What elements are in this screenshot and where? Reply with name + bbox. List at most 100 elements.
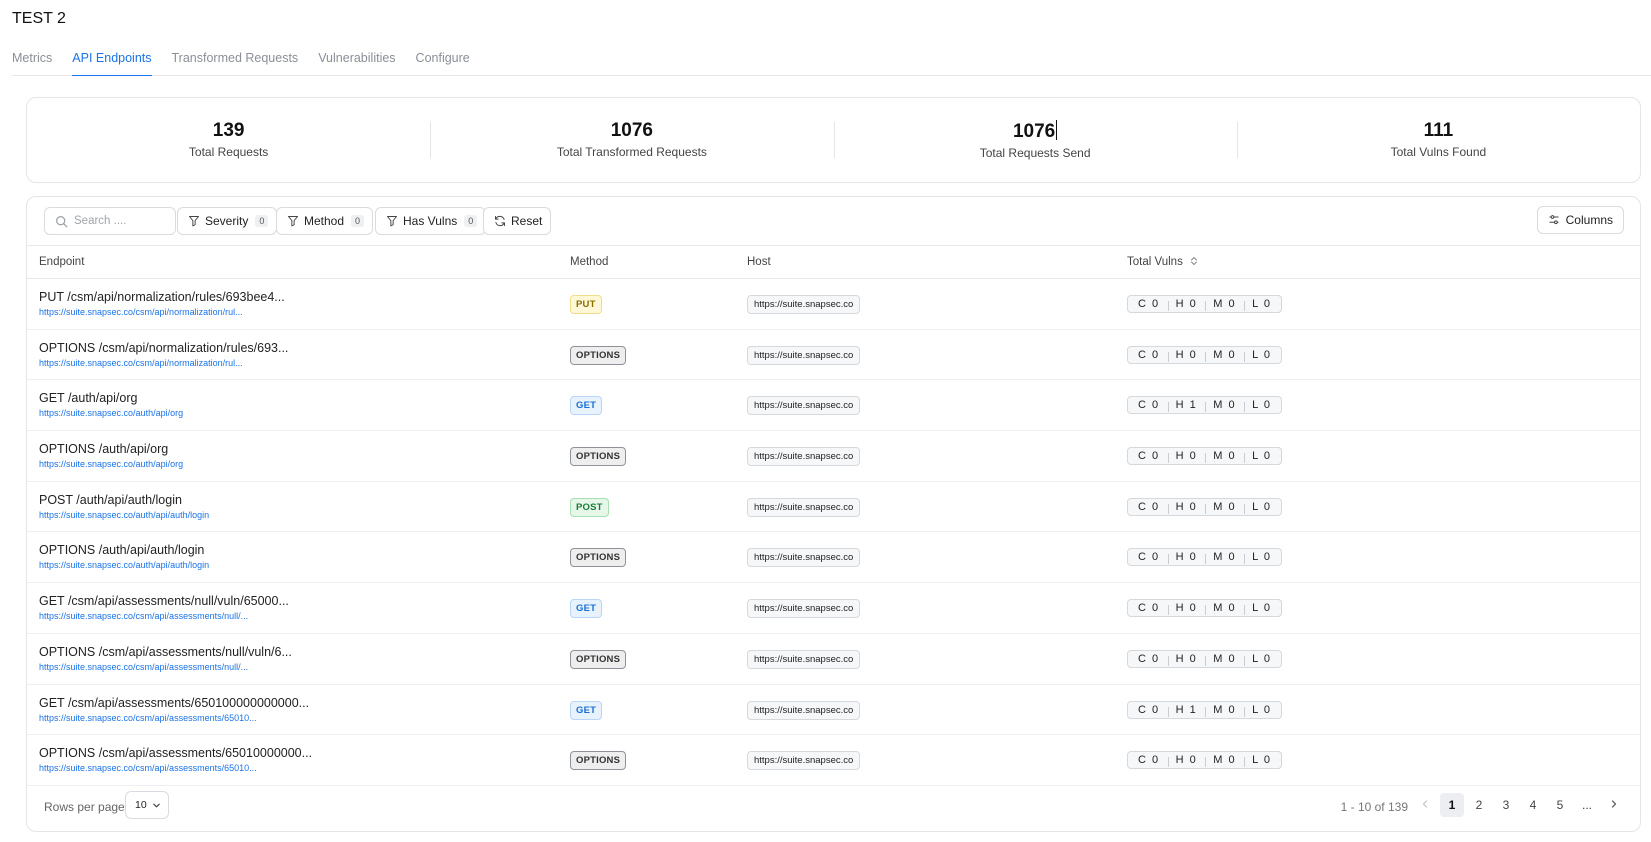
column-header-method[interactable]: Method bbox=[570, 256, 608, 268]
tab-configure[interactable]: Configure bbox=[416, 48, 470, 76]
high-count: H 0 bbox=[1167, 298, 1206, 311]
reset-button[interactable]: Reset bbox=[483, 207, 552, 235]
page-button-4[interactable]: 4 bbox=[1521, 793, 1545, 817]
endpoint-path[interactable]: GET /auth/api/org bbox=[39, 391, 137, 405]
endpoint-url-link[interactable]: https://suite.snapsec.co/csm/api/normali… bbox=[39, 307, 243, 317]
vuln-counts: C 0 H 1M 0L 0 bbox=[1127, 396, 1283, 415]
search-input[interactable] bbox=[74, 215, 164, 227]
stat-value-text: 1076 bbox=[1012, 121, 1056, 142]
columns-button[interactable]: Columns bbox=[1536, 206, 1624, 234]
high-count: H 0 bbox=[1167, 602, 1206, 616]
rows-per-page-select[interactable]: 10 bbox=[125, 791, 169, 819]
host-badge: https://suite.snapsec.co bbox=[747, 649, 861, 669]
endpoint-url-link[interactable]: https://suite.snapsec.co/csm/api/normali… bbox=[39, 358, 243, 368]
filter-label: Has Vulns bbox=[403, 214, 458, 228]
table-row[interactable]: GET /csm/api/assessments/650100000000000… bbox=[27, 685, 1640, 736]
endpoint-url-link[interactable]: https://suite.snapsec.co/csm/api/assessm… bbox=[39, 763, 257, 773]
critical-count: C 0 bbox=[1138, 500, 1160, 513]
filter-icon bbox=[288, 216, 298, 227]
table-row[interactable]: PUT /csm/api/normalization/rules/693bee4… bbox=[27, 279, 1640, 330]
endpoint-url-link[interactable]: https://suite.snapsec.co/auth/api/auth/l… bbox=[39, 560, 209, 570]
method-badge: POST bbox=[570, 497, 609, 517]
table-row[interactable]: OPTIONS /csm/api/assessments/null/vuln/6… bbox=[27, 634, 1640, 685]
refresh-icon bbox=[495, 215, 505, 227]
stats-card: 139 Total Requests 1076 Total Transforme… bbox=[26, 97, 1641, 183]
endpoint-path[interactable]: POST /auth/api/auth/login bbox=[39, 493, 182, 507]
sort-icon[interactable] bbox=[1190, 256, 1198, 266]
next-page-button[interactable] bbox=[1602, 793, 1626, 817]
critical-count: C 0 bbox=[1138, 298, 1160, 310]
page-title: TEST 2 bbox=[12, 10, 66, 27]
columns-label: Columns bbox=[1565, 213, 1613, 227]
table-row[interactable]: OPTIONS /csm/api/assessments/65010000000… bbox=[27, 735, 1640, 786]
tab-transformed-requests[interactable]: Transformed Requests bbox=[172, 48, 299, 76]
endpoint-path[interactable]: OPTIONS /csm/api/assessments/null/vuln/6… bbox=[39, 645, 292, 659]
table-body: PUT /csm/api/normalization/rules/693bee4… bbox=[27, 279, 1640, 786]
filter-count-badge: 0 bbox=[255, 215, 269, 227]
endpoint-url-link[interactable]: https://suite.snapsec.co/csm/api/assessm… bbox=[39, 611, 248, 621]
endpoint-url-link[interactable]: https://suite.snapsec.co/csm/api/assessm… bbox=[39, 662, 248, 672]
method-filter-button[interactable]: Method 0 bbox=[276, 207, 374, 235]
has-vulns-filter-button[interactable]: Has Vulns 0 bbox=[375, 207, 487, 235]
page-button-3[interactable]: 3 bbox=[1494, 793, 1518, 817]
medium-count: M 0 bbox=[1205, 298, 1244, 311]
table-row[interactable]: POST /auth/api/auth/login https://suite.s… bbox=[27, 482, 1640, 533]
low-count: L 0 bbox=[1244, 704, 1279, 717]
endpoint-path[interactable]: GET /csm/api/assessments/null/vuln/65000… bbox=[39, 594, 289, 608]
critical-count: C 0 bbox=[1138, 602, 1160, 615]
host-badge: https://suite.snapsec.co bbox=[747, 700, 861, 720]
table-row[interactable]: GET /csm/api/assessments/null/vuln/65000… bbox=[27, 583, 1640, 634]
method-badge: OPTIONS bbox=[570, 447, 627, 467]
table-row[interactable]: OPTIONS /csm/api/normalization/rules/693… bbox=[27, 330, 1640, 381]
endpoint-url-link[interactable]: https://suite.snapsec.co/auth/api/org bbox=[39, 408, 183, 418]
vuln-counts: C 0 H 0M 0L 0 bbox=[1127, 447, 1283, 466]
endpoint-path[interactable]: OPTIONS /csm/api/assessments/65010000000… bbox=[39, 746, 312, 760]
search-box[interactable] bbox=[44, 207, 176, 235]
method-badge: GET bbox=[570, 700, 603, 720]
table-row[interactable]: OPTIONS /auth/api/auth/login https://suit… bbox=[27, 532, 1640, 584]
medium-count: M 0 bbox=[1205, 399, 1244, 413]
endpoint-path[interactable]: PUT /csm/api/normalization/rules/693bee4… bbox=[39, 290, 285, 304]
endpoint-url-link[interactable]: https://suite.snapsec.co/auth/api/org bbox=[39, 459, 183, 469]
endpoint-path[interactable]: OPTIONS /csm/api/normalization/rules/693… bbox=[39, 341, 288, 355]
page-button-1[interactable]: 1 bbox=[1440, 793, 1464, 817]
medium-count: M 0 bbox=[1205, 602, 1244, 616]
previous-page-button[interactable] bbox=[1413, 793, 1437, 817]
critical-count: C 0 bbox=[1138, 399, 1160, 412]
page-button-5[interactable]: 5 bbox=[1548, 793, 1572, 817]
high-count: H 0 bbox=[1167, 551, 1206, 565]
stat-label: Total Requests Send bbox=[979, 146, 1091, 160]
vuln-counts: C 0 H 0M 0L 0 bbox=[1127, 548, 1283, 567]
stat-total-vulns-found: 111 Total Vulns Found bbox=[1236, 120, 1640, 160]
critical-count: C 0 bbox=[1138, 754, 1160, 767]
stat-total-transformed-requests: 1076 Total Transformed Requests bbox=[430, 120, 833, 160]
method-badge: OPTIONS bbox=[570, 345, 627, 365]
column-header-host[interactable]: Host bbox=[747, 256, 771, 268]
page-button-2[interactable]: 2 bbox=[1467, 793, 1491, 817]
rows-per-page-value: 10 bbox=[135, 799, 147, 811]
endpoint-path[interactable]: OPTIONS /auth/api/auth/login bbox=[39, 543, 204, 557]
table-row[interactable]: GET /auth/api/org https://suite.snapsec.c… bbox=[27, 380, 1640, 432]
high-count: H 0 bbox=[1167, 653, 1206, 666]
tab-api-endpoints[interactable]: API Endpoints bbox=[72, 48, 152, 76]
method-badge: GET bbox=[570, 599, 603, 619]
tab-metrics[interactable]: Metrics bbox=[12, 48, 52, 76]
column-header-endpoint[interactable]: Endpoint bbox=[39, 256, 84, 268]
medium-count: M 0 bbox=[1205, 551, 1244, 565]
tab-vulnerabilities[interactable]: Vulnerabilities bbox=[318, 48, 395, 76]
endpoint-url-link[interactable]: https://suite.snapsec.co/auth/api/auth/l… bbox=[39, 510, 209, 520]
endpoint-path[interactable]: OPTIONS /auth/api/org bbox=[39, 442, 168, 456]
severity-filter-button[interactable]: Severity 0 bbox=[177, 207, 278, 235]
vuln-counts: C 0 H 0M 0L 0 bbox=[1127, 345, 1283, 364]
table-row[interactable]: OPTIONS /auth/api/org https://suite.snaps… bbox=[27, 431, 1640, 482]
high-count: H 0 bbox=[1167, 349, 1206, 362]
endpoint-path[interactable]: GET /csm/api/assessments/650100000000000… bbox=[39, 696, 309, 710]
stat-total-requests-send: 1076 Total Requests Send bbox=[833, 120, 1237, 160]
search-icon bbox=[56, 215, 68, 227]
chevron-left-icon bbox=[1422, 800, 1428, 808]
table-toolbar: Severity 0 Method 0 Has Vulns 0 Reset Co… bbox=[27, 197, 1640, 245]
endpoint-url-link[interactable]: https://suite.snapsec.co/csm/api/assessm… bbox=[39, 713, 257, 723]
column-header-total-vulns[interactable]: Total Vulns bbox=[1127, 256, 1198, 268]
host-badge: https://suite.snapsec.co bbox=[747, 599, 861, 619]
critical-count: C 0 bbox=[1138, 652, 1160, 665]
